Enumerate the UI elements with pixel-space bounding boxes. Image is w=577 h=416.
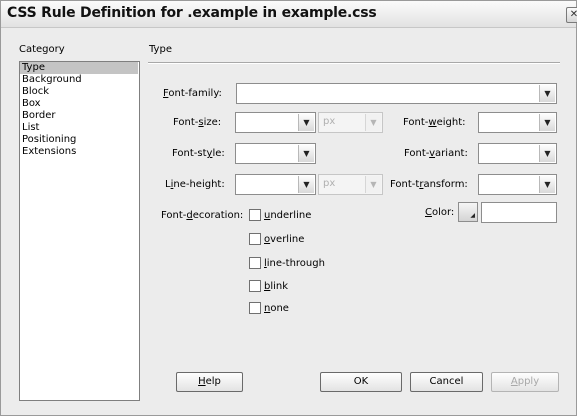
font-style-label: Font-style: [172,148,225,159]
overline-checkbox[interactable] [249,233,261,245]
category-item-positioning[interactable]: Positioning [20,134,139,146]
category-item-block[interactable]: Block [20,86,139,98]
window-title: CSS Rule Definition for .example in exam… [7,5,377,21]
category-header: Category [19,44,65,55]
color-picker-button[interactable]: ◢ [458,202,478,222]
color-input[interactable] [481,202,557,223]
none-option[interactable]: none [249,302,289,316]
title-bar[interactable]: CSS Rule Definition for .example in exam… [1,1,577,28]
section-divider [148,62,560,64]
color-label: Color: [425,207,455,218]
font-family-label: Font-family: [163,88,222,99]
category-item-box[interactable]: Box [20,98,139,110]
category-item-type[interactable]: Type [20,62,138,74]
category-list[interactable]: Type Background Block Box Border List Po… [19,61,140,401]
none-checkbox[interactable] [249,302,261,314]
underline-checkbox[interactable] [249,209,261,221]
blink-label: blink [264,280,289,292]
category-item-border[interactable]: Border [20,110,139,122]
chevron-down-icon: ▼ [539,145,555,162]
none-label: none [264,302,289,314]
underline-label: underline [264,209,312,221]
category-item-background[interactable]: Background [20,74,139,86]
help-button[interactable]: Help [176,372,243,392]
cancel-button[interactable]: Cancel [410,372,483,392]
font-size-select[interactable]: ▼ [235,112,316,133]
underline-option[interactable]: underline [249,209,311,223]
dropdown-triangle-icon: ◢ [470,212,475,219]
line-through-option[interactable]: line-through [249,257,325,271]
font-size-unit-value: px [323,116,336,127]
css-rule-dialog: CSS Rule Definition for .example in exam… [0,0,577,416]
category-item-extensions[interactable]: Extensions [20,146,139,158]
ok-button[interactable]: OK [320,372,402,392]
font-weight-label: Font-weight: [403,117,466,128]
apply-button[interactable]: Apply [491,372,559,392]
line-height-unit-value: px [323,178,336,189]
section-title: Type [149,44,172,55]
chevron-down-icon: ▼ [298,145,314,162]
line-height-select[interactable]: ▼ [235,174,316,195]
chevron-down-icon: ▼ [539,85,555,102]
overline-option[interactable]: overline [249,233,304,247]
line-height-label: Line-height: [165,179,225,190]
font-variant-label: Font-variant: [404,148,468,159]
font-decoration-label: Font-decoration: [161,210,244,221]
blink-option[interactable]: blink [249,280,288,294]
font-weight-select[interactable]: ▼ [478,112,557,133]
category-item-list[interactable]: List [20,122,139,134]
font-transform-select[interactable]: ▼ [478,174,557,195]
close-icon[interactable]: ✕ [566,7,577,23]
font-size-unit-select[interactable]: px ▼ [318,112,383,133]
overline-label: overline [264,233,305,245]
font-size-label: Font-size: [173,117,222,128]
chevron-down-icon: ▼ [298,176,314,193]
font-style-select[interactable]: ▼ [235,143,316,164]
font-transform-label: Font-transform: [390,179,468,190]
chevron-down-icon: ▼ [298,114,314,131]
line-through-checkbox[interactable] [249,257,261,269]
chevron-down-icon: ▼ [365,114,381,131]
font-variant-select[interactable]: ▼ [478,143,557,164]
chevron-down-icon: ▼ [539,176,555,193]
line-through-label: line-through [264,257,325,269]
font-family-select[interactable]: ▼ [236,83,557,104]
chevron-down-icon: ▼ [365,176,381,193]
blink-checkbox[interactable] [249,280,261,292]
line-height-unit-select[interactable]: px ▼ [318,174,383,195]
chevron-down-icon: ▼ [539,114,555,131]
